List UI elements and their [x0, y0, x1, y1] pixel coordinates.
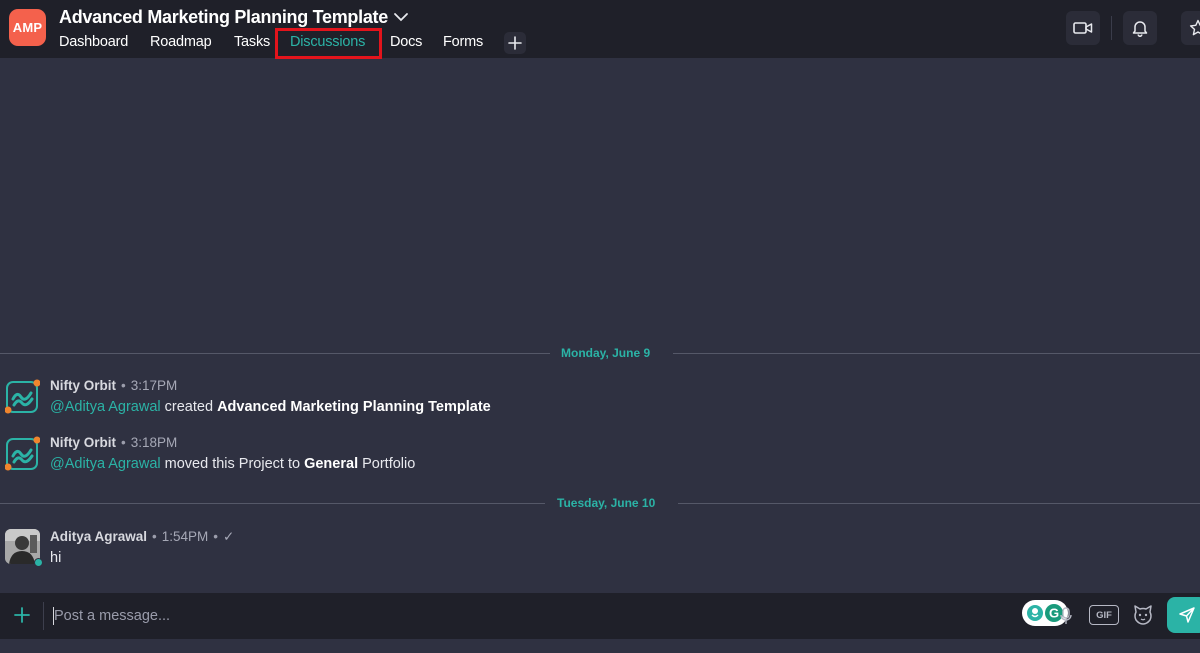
message-meta: Aditya Agrawal • 1:54PM • ✓: [50, 529, 235, 544]
tab-dashboard[interactable]: Dashboard: [59, 34, 128, 50]
favorite-button[interactable]: [1181, 11, 1200, 45]
add-attachment-icon[interactable]: [12, 605, 32, 625]
nifty-orbit-avatar: [5, 436, 40, 471]
video-call-button[interactable]: [1066, 11, 1100, 45]
message-author[interactable]: Nifty Orbit: [50, 378, 116, 393]
plus-icon: [508, 36, 522, 50]
message-composer: G GIF: [0, 593, 1200, 639]
message-input[interactable]: [54, 605, 954, 627]
tab-roadmap[interactable]: Roadmap: [150, 34, 212, 50]
video-call-icon: [1073, 22, 1093, 34]
project-logo[interactable]: AMP: [9, 9, 46, 46]
tab-docs[interactable]: Docs: [390, 34, 422, 50]
send-button[interactable]: [1167, 597, 1200, 633]
message-body: hi: [50, 550, 62, 566]
tab-forms[interactable]: Forms: [443, 34, 483, 50]
gif-button[interactable]: GIF: [1089, 605, 1119, 625]
bell-icon: [1132, 21, 1148, 37]
message-meta: Nifty Orbit • 3:18PM: [50, 435, 178, 450]
message-meta: Nifty Orbit • 3:17PM: [50, 378, 178, 393]
nifty-orbit-avatar: [5, 379, 40, 414]
message-time: 1:54PM: [161, 529, 209, 544]
send-icon: [1179, 607, 1195, 623]
message-item: Nifty Orbit • 3:18PM @Aditya Agrawal moved…: [0, 434, 1200, 484]
notifications-button[interactable]: [1123, 11, 1157, 45]
project-header: AMP Advanced Marketing Planning Template…: [0, 0, 1200, 59]
user-mention[interactable]: @Aditya Agrawal: [50, 399, 161, 415]
date-separator: Monday, June 9: [0, 346, 1200, 362]
composer-divider: [43, 602, 44, 630]
microphone-icon[interactable]: [1060, 607, 1072, 625]
message-item: Aditya Agrawal • 1:54PM • ✓ hi: [0, 528, 1200, 572]
emoji-icon[interactable]: [1132, 604, 1154, 626]
message-time: 3:17PM: [130, 378, 178, 393]
check-icon: ✓: [223, 529, 235, 544]
header-divider: [1111, 16, 1112, 40]
add-tab-button[interactable]: [504, 32, 526, 54]
date-label: Monday, June 9: [561, 346, 651, 360]
message-author[interactable]: Aditya Agrawal: [50, 529, 147, 544]
message-body: @Aditya Agrawal created Advanced Marketi…: [50, 399, 491, 415]
chevron-down-icon[interactable]: [393, 11, 409, 23]
message-body: @Aditya Agrawal moved this Project to Ge…: [50, 456, 415, 472]
tab-tasks[interactable]: Tasks: [234, 34, 270, 50]
star-icon: [1189, 19, 1200, 36]
date-separator: Tuesday, June 10: [0, 496, 1200, 512]
message-text: moved this Project to: [160, 456, 305, 472]
active-tab-highlight-box: [275, 28, 382, 59]
message-text: created: [160, 399, 218, 415]
user-mention[interactable]: @Aditya Agrawal: [50, 456, 161, 472]
svg-text:G: G: [1049, 606, 1059, 621]
message-text: Portfolio: [358, 456, 416, 472]
project-title[interactable]: Advanced Marketing Planning Template: [59, 7, 388, 28]
message-time: 3:18PM: [130, 435, 178, 450]
message-author[interactable]: Nifty Orbit: [50, 435, 116, 450]
message-item: Nifty Orbit • 3:17PM @Aditya Agrawal creat…: [0, 377, 1200, 427]
online-status-indicator: [34, 558, 43, 567]
message-bold-text: General: [304, 456, 359, 472]
message-bold-text: Advanced Marketing Planning Template: [217, 399, 491, 415]
date-label: Tuesday, June 10: [557, 496, 656, 510]
